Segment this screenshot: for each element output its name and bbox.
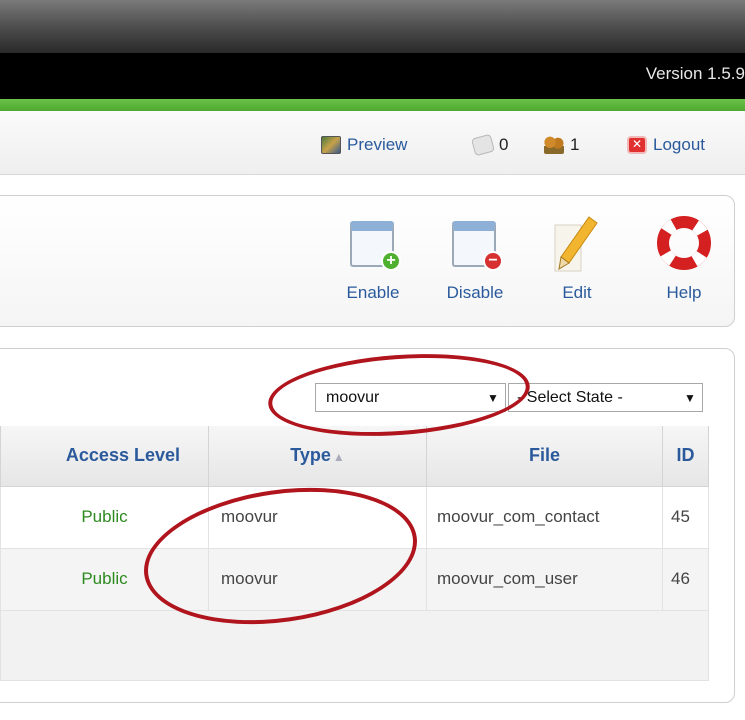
lifebuoy-icon xyxy=(657,216,711,270)
logout-icon: ✕ xyxy=(627,136,647,154)
file-cell: moovur_com_user xyxy=(426,547,663,611)
disable-button[interactable]: − Disable xyxy=(435,213,515,313)
edit-button[interactable]: Edit xyxy=(537,213,617,313)
disable-label: Disable xyxy=(446,283,504,302)
access-cell[interactable]: Public xyxy=(0,485,209,549)
table-row: Public moovur moovur_com_contact 45 xyxy=(0,485,709,549)
access-cell[interactable]: Public xyxy=(0,547,209,611)
admin-header xyxy=(0,0,745,53)
envelope-icon xyxy=(471,133,495,157)
type-cell: moovur xyxy=(208,547,427,611)
extensions-table: Access Level Type ▲ File ID Public moovur… xyxy=(0,426,709,681)
users-icon xyxy=(544,136,564,154)
column-header-type[interactable]: Type ▲ xyxy=(208,426,427,487)
type-filter-select[interactable]: moovur ▼ xyxy=(315,383,506,412)
messages-count: 0 xyxy=(499,135,509,154)
logout-label: Logout xyxy=(653,135,705,154)
logout-link[interactable]: ✕ Logout xyxy=(627,133,705,157)
enable-label: Enable xyxy=(346,283,400,302)
version-text: Version 1.5.9 xyxy=(645,64,745,83)
chevron-down-icon: ▼ xyxy=(487,390,499,405)
state-filter-select[interactable]: - Select State - ▼ xyxy=(508,383,703,412)
table-footer xyxy=(0,609,709,681)
state-filter-value: - Select State - xyxy=(517,388,623,406)
preview-label: Preview xyxy=(347,135,408,154)
edit-label: Edit xyxy=(562,283,592,302)
column-header-file[interactable]: File xyxy=(426,426,663,487)
sort-ascending-icon: ▲ xyxy=(332,450,345,465)
type-cell: moovur xyxy=(208,485,427,549)
users-indicator[interactable]: 1 xyxy=(544,133,579,157)
help-label: Help xyxy=(666,283,702,302)
id-cell: 45 xyxy=(662,485,709,549)
preview-icon xyxy=(321,136,341,154)
type-filter-value: moovur xyxy=(326,388,380,406)
help-button[interactable]: Help xyxy=(644,213,724,313)
column-header-id[interactable]: ID xyxy=(662,426,709,487)
enable-button[interactable]: + Enable xyxy=(333,213,413,313)
version-bar xyxy=(0,53,745,100)
table-row: Public moovur moovur_com_user 46 xyxy=(0,547,709,611)
pencil-icon xyxy=(554,216,598,272)
header-accent-stripe xyxy=(0,99,745,111)
table-header-row: Access Level Type ▲ File ID xyxy=(0,426,709,487)
users-count: 1 xyxy=(570,135,580,154)
preview-link[interactable]: Preview xyxy=(321,133,407,157)
column-header-access[interactable]: Access Level xyxy=(0,426,209,487)
id-cell: 46 xyxy=(662,547,709,611)
messages-indicator[interactable]: 0 xyxy=(471,133,509,157)
file-cell: moovur_com_contact xyxy=(426,485,663,549)
chevron-down-icon: ▼ xyxy=(684,390,696,405)
